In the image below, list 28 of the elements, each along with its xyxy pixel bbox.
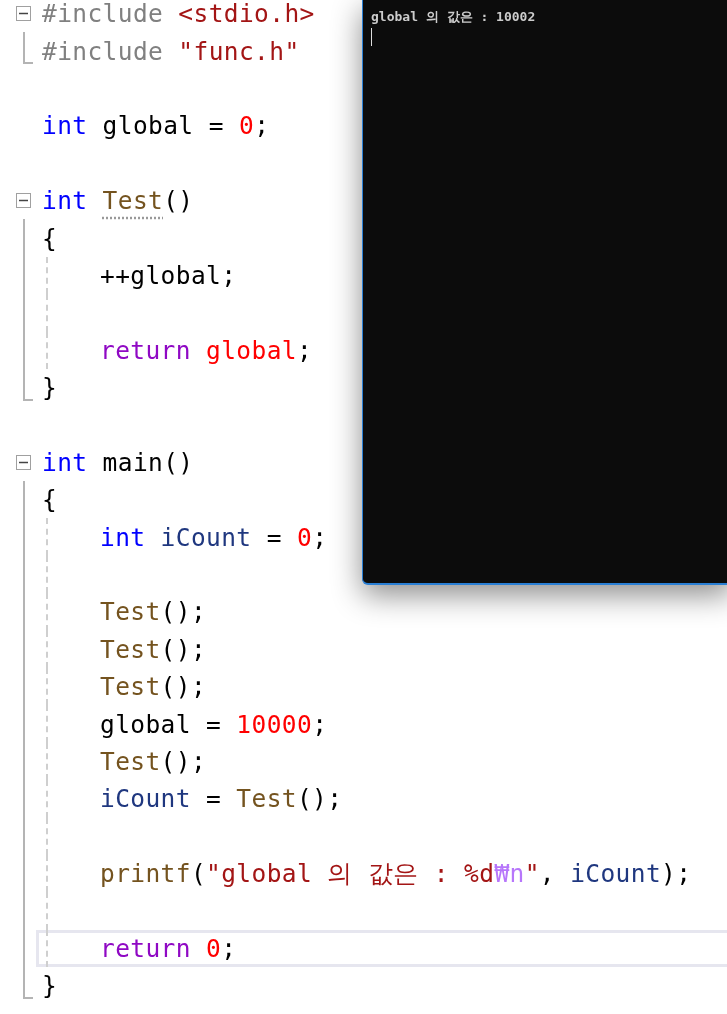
- collapse-icon[interactable]: [16, 192, 31, 208]
- code-line: printf("global 의 값은 : %d₩n", iCount);: [100, 858, 692, 891]
- code-line: {: [42, 223, 58, 253]
- code-line: Test();: [100, 672, 207, 702]
- console-output: global 의 값은 : 10002: [371, 8, 537, 26]
- code-line: int main(): [42, 447, 194, 477]
- code-line: #include <stdio.h>: [42, 0, 315, 29]
- code-line: global = 10000;: [100, 709, 328, 739]
- fold-end-guide: [23, 32, 33, 65]
- code-line: Test();: [100, 597, 207, 627]
- fold-end-guide: [23, 368, 33, 401]
- code-line: return global;: [100, 335, 313, 365]
- code-line: Test();: [100, 747, 207, 776]
- code-line: }: [42, 971, 58, 1001]
- code-line: return 0;: [100, 933, 237, 963]
- code-line: #include "func.h": [42, 36, 300, 66]
- collapse-icon[interactable]: [16, 454, 31, 470]
- code-line: int global = 0;: [42, 111, 270, 141]
- code-line: ++global;: [100, 260, 237, 290]
- code-line: iCount = Test();: [100, 784, 343, 814]
- code-line: Test();: [100, 634, 207, 664]
- code-line: int iCount = 0;: [100, 522, 328, 552]
- text-cursor: [371, 28, 372, 46]
- fold-end-guide: [23, 967, 33, 1000]
- collapse-icon[interactable]: [16, 6, 31, 21]
- code-line: }: [42, 373, 58, 403]
- code-line: int Test(): [42, 186, 194, 216]
- code-line: {: [42, 485, 58, 515]
